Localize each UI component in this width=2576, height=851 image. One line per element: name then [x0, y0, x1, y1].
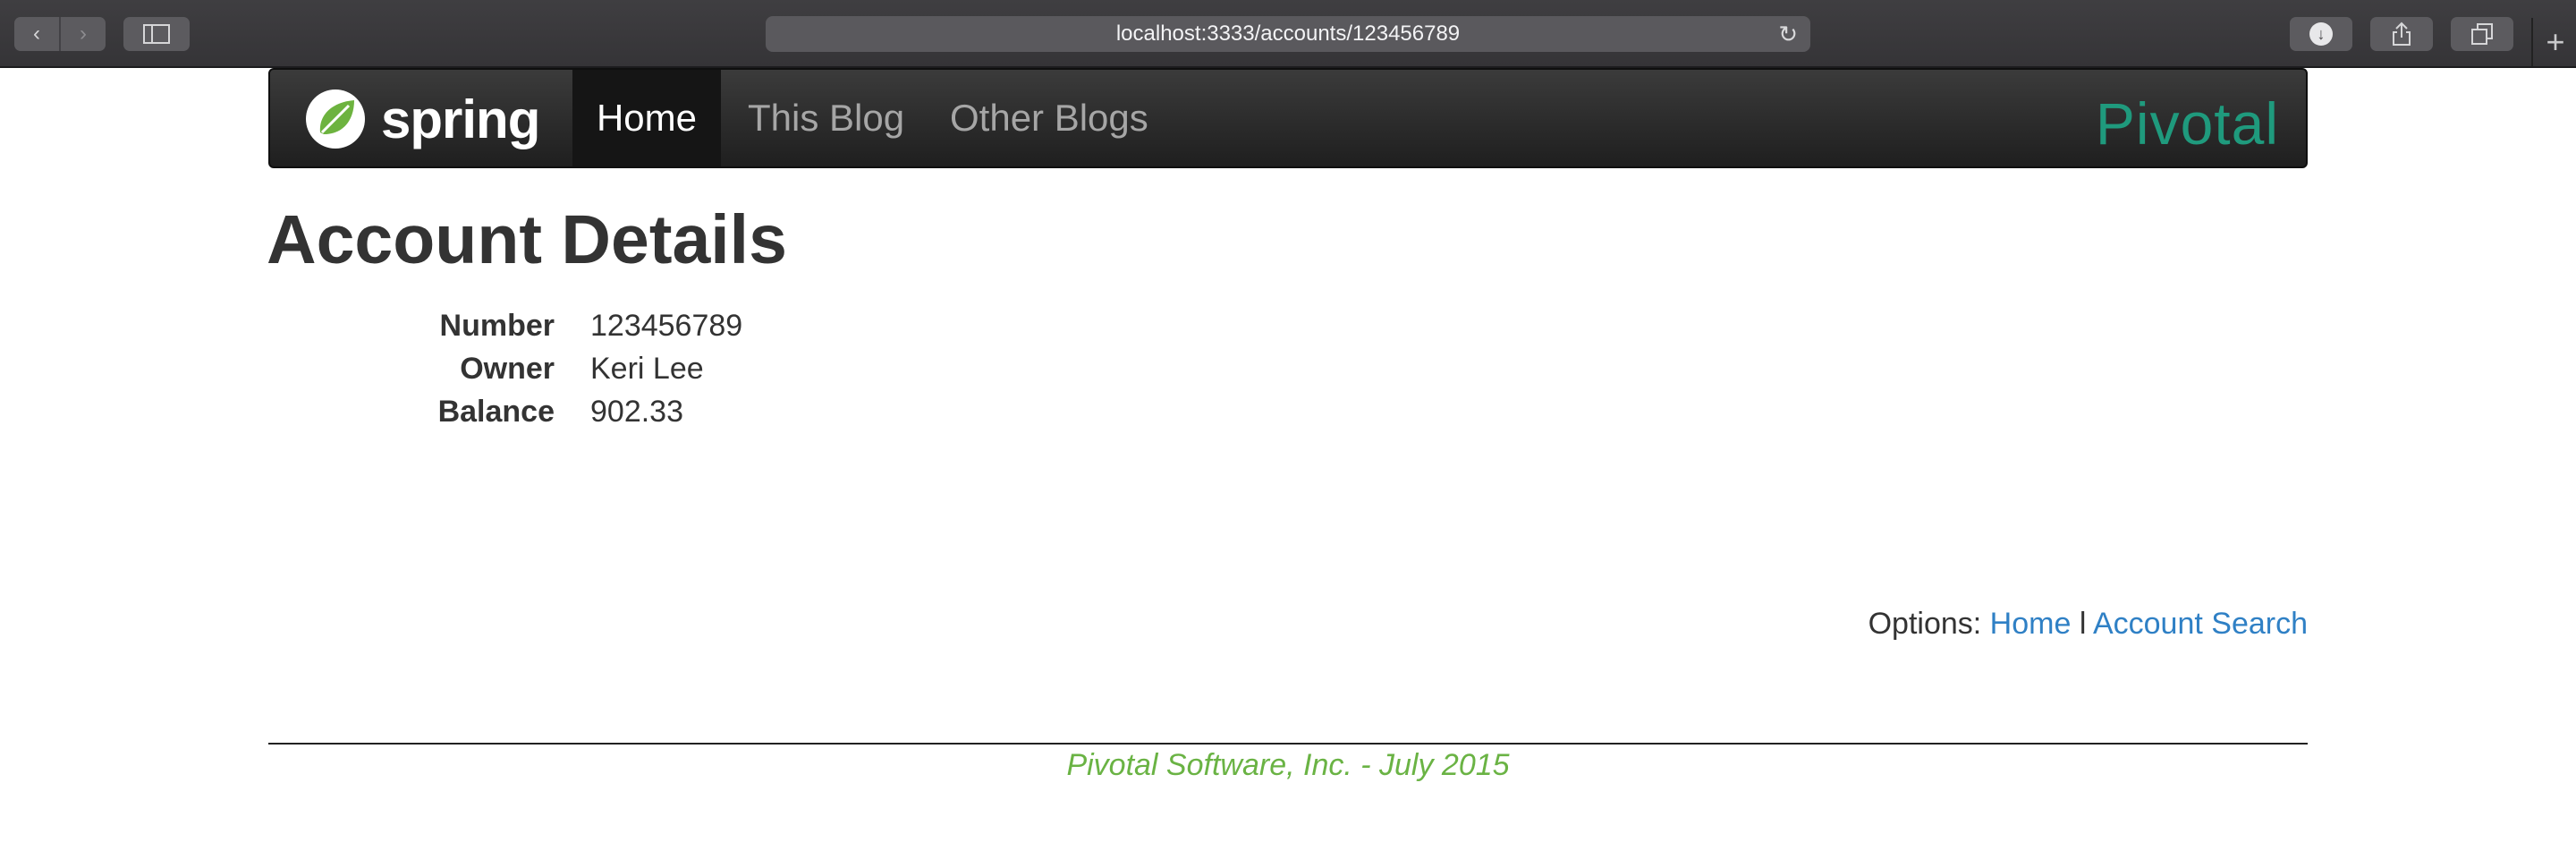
detail-row-owner: Owner Keri Lee	[376, 347, 742, 390]
nav-other-blogs[interactable]: Other Blogs	[950, 70, 1148, 166]
tab-overview-button[interactable]	[2451, 17, 2513, 51]
pivotal-logo[interactable]: Pivotal	[2096, 89, 2279, 157]
browser-toolbar: ‹ › localhost:3333/accounts/123456789 ↻ …	[0, 0, 2576, 68]
account-search-link[interactable]: Account Search	[2093, 607, 2308, 641]
url-text: localhost:3333/accounts/123456789	[1115, 21, 1461, 46]
options-bar: Options: Home l Account Search	[1868, 607, 2308, 642]
share-button[interactable]	[2370, 17, 2433, 51]
detail-label: Owner	[460, 351, 555, 386]
sidebar-icon	[143, 24, 170, 44]
address-bar[interactable]: localhost:3333/accounts/123456789 ↻	[766, 16, 1810, 52]
footer-text: Pivotal Software, Inc. - July 2015	[1066, 748, 1510, 782]
detail-row-balance: Balance 902.33	[376, 390, 742, 433]
detail-row-number: Number 123456789	[376, 304, 743, 347]
new-tab-icon[interactable]: +	[2531, 18, 2576, 66]
page-title: Account Details	[267, 201, 787, 278]
detail-value: Keri Lee	[590, 351, 704, 386]
options-separator: l	[2079, 607, 2087, 641]
brand-wordmark: spring	[381, 89, 540, 149]
detail-label: Number	[439, 308, 555, 343]
detail-value: 902.33	[590, 394, 683, 429]
download-icon: ↓	[2309, 22, 2333, 46]
downloads-button[interactable]: ↓	[2290, 17, 2352, 51]
footer-divider	[268, 743, 2308, 745]
nav-this-blog[interactable]: This Blog	[748, 70, 904, 166]
sidebar-toggle-button[interactable]	[123, 17, 190, 51]
back-icon[interactable]: ‹	[14, 17, 59, 51]
tab-overview-icon	[2471, 23, 2493, 45]
spring-leaf-icon	[306, 89, 365, 149]
account-details: Number 123456789 Owner Keri Lee Balance …	[376, 304, 743, 433]
reload-icon[interactable]: ↻	[1778, 21, 1798, 48]
site-navbar: spring Home This Blog Other Blogs Pivota…	[268, 68, 2308, 168]
history-nav: ‹ ›	[14, 17, 106, 51]
nav-home[interactable]: Home	[572, 70, 721, 166]
spring-logo[interactable]: spring	[304, 86, 540, 152]
detail-value: 123456789	[590, 308, 743, 343]
detail-label: Balance	[437, 394, 555, 429]
home-link[interactable]: Home	[1990, 607, 2072, 641]
forward-icon[interactable]: ›	[59, 17, 106, 51]
options-label: Options:	[1868, 607, 1982, 641]
share-icon	[2393, 21, 2411, 46]
